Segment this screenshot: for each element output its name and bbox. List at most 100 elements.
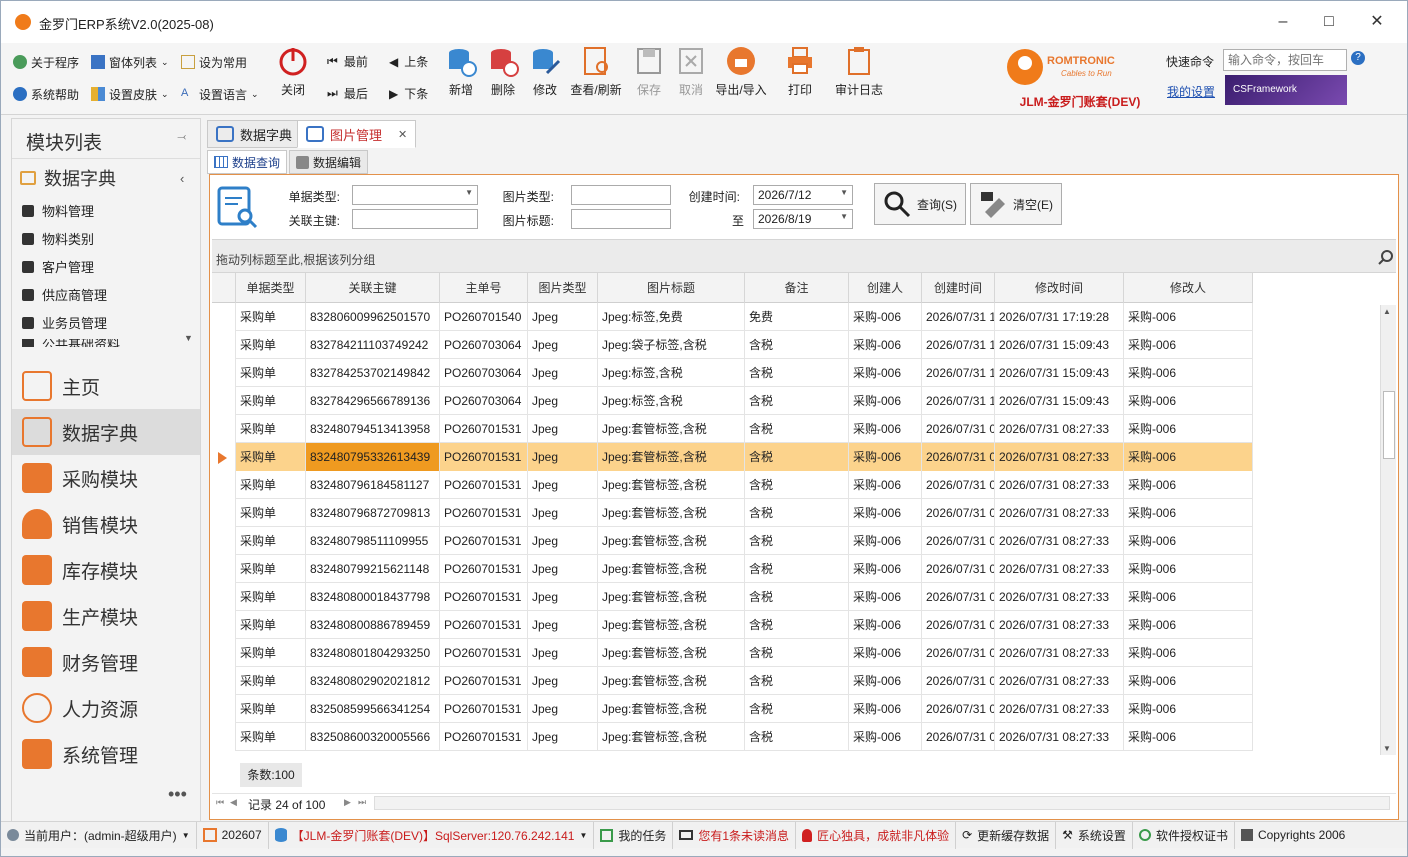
table-cell[interactable]: 2026/07/31 08:27:33 [922,583,995,611]
date-from-input[interactable]: 2026/7/12 ▼ [753,185,853,205]
table-cell[interactable]: 采购-006 [1124,443,1253,471]
nav-first-icon[interactable]: ⏮ [216,797,224,808]
table-cell[interactable]: 含税 [745,471,849,499]
scroll-up-icon[interactable]: ▲ [1383,307,1391,316]
table-cell[interactable]: 采购-006 [1124,387,1253,415]
table-cell[interactable]: 采购单 [236,695,306,723]
table-cell[interactable]: 2026/07/31 08:27:33 [922,555,995,583]
my-settings-link[interactable]: 我的设置 [1167,83,1215,100]
table-cell[interactable]: PO260701531 [440,471,528,499]
table-cell[interactable]: 832480799215621148 [306,555,440,583]
table-cell[interactable]: PO260703064 [440,331,528,359]
table-row[interactable]: 采购单 832508600320005566 PO260701531 Jpeg Jpeg… [212,723,1253,751]
table-cell[interactable]: PO260701531 [440,723,528,751]
table-cell[interactable]: 2026/07/31 08:27:33 [995,723,1124,751]
table-cell[interactable]: 含税 [745,611,849,639]
table-cell[interactable]: 2026/07/31 08:27:33 [922,723,995,751]
table-cell[interactable]: Jpeg [528,415,598,443]
table-cell[interactable]: 2026/07/31 08:27:33 [995,527,1124,555]
table-cell[interactable]: 2026/07/31 08:27:33 [995,583,1124,611]
table-cell[interactable]: 2026/07/31 17:19:28 [922,303,995,331]
table-cell[interactable]: 含税 [745,527,849,555]
table-cell[interactable]: 采购-006 [849,555,922,583]
table-cell[interactable]: 免费 [745,303,849,331]
table-cell[interactable]: PO260701531 [440,611,528,639]
table-cell[interactable]: Jpeg [528,387,598,415]
group-by-panel[interactable]: 拖动列标题至此,根据该列分组 [212,239,1396,273]
table-cell[interactable]: 采购-006 [849,359,922,387]
table-cell[interactable]: Jpeg [528,359,598,387]
table-cell[interactable]: 采购-006 [849,331,922,359]
tree-item-material[interactable]: 物料管理 [22,201,94,220]
table-cell[interactable]: 采购-006 [1124,415,1253,443]
tab-data-dictionary[interactable]: 数据字典 [207,120,302,148]
tree-item-customer[interactable]: 客户管理 [22,257,94,276]
table-cell[interactable]: 采购-006 [849,639,922,667]
scroll-thumb[interactable] [1383,391,1395,459]
related-key-input[interactable] [352,209,478,229]
table-cell[interactable]: PO260701531 [440,415,528,443]
table-row[interactable]: 采购单 832480794513413958 PO260701531 Jpeg Jpeg… [212,415,1253,443]
module-data-dictionary[interactable]: 数据字典 [12,409,200,455]
table-row[interactable]: 采购单 832480796872709813 PO260701531 Jpeg Jpeg… [212,499,1253,527]
period[interactable]: 202607 [197,821,269,849]
module-system[interactable]: 系统管理 [12,731,200,777]
pin-icon[interactable]: ⤙ [177,131,186,144]
last-record-button[interactable]: ⏭ 最后 [327,85,368,102]
column-header[interactable]: 创建人 [849,273,922,303]
table-cell[interactable]: 采购单 [236,499,306,527]
quick-command-input[interactable] [1223,49,1347,71]
pic-title-input[interactable] [571,209,671,229]
table-cell[interactable]: PO260701531 [440,583,528,611]
table-cell[interactable]: Jpeg [528,443,598,471]
server-info[interactable]: 【JLM-金罗门账套(DEV)】SqlServer:120.76.242.141… [269,821,595,849]
table-cell[interactable]: Jpeg:标签,含税 [598,359,745,387]
table-cell[interactable]: PO260701531 [440,443,528,471]
table-cell[interactable]: 采购单 [236,723,306,751]
table-cell[interactable]: 采购-006 [849,471,922,499]
table-cell[interactable]: 832508599566341254 [306,695,440,723]
module-home[interactable]: 主页 [12,363,200,409]
table-cell[interactable]: 采购-006 [849,443,922,471]
module-purchase[interactable]: 采购模块 [12,455,200,501]
table-cell[interactable]: 采购-006 [1124,471,1253,499]
table-cell[interactable]: 采购-006 [849,723,922,751]
table-cell[interactable]: Jpeg:套管标签,含税 [598,443,745,471]
tree-group-header[interactable]: 数据字典 ‹ [20,165,184,191]
table-cell[interactable]: 采购单 [236,667,306,695]
table-cell[interactable]: Jpeg:套管标签,含税 [598,555,745,583]
table-cell[interactable]: PO260701531 [440,667,528,695]
tab-close-icon[interactable]: ✕ [398,128,407,141]
table-row[interactable]: 采购单 832480798511109955 PO260701531 Jpeg Jpeg… [212,527,1253,555]
set-favorite-button[interactable]: 设为常用 [181,53,247,71]
table-cell[interactable]: Jpeg:套管标签,含税 [598,639,745,667]
tree-scroll-down-icon[interactable]: ▼ [184,333,193,343]
current-user[interactable]: 当前用户：(admin-超级用户) ▼ [1,821,197,849]
table-cell[interactable]: 832508600320005566 [306,723,440,751]
table-cell[interactable]: 含税 [745,639,849,667]
skin-button[interactable]: 设置皮肤 ⌄ [91,85,169,103]
table-cell[interactable]: PO260701531 [440,527,528,555]
table-cell[interactable]: 832480796184581127 [306,471,440,499]
table-cell[interactable]: Jpeg [528,471,598,499]
table-cell[interactable]: Jpeg:套管标签,含税 [598,471,745,499]
date-to-input[interactable]: 2026/8/19 ▼ [753,209,853,229]
about-button[interactable]: 关于程序 [13,53,79,71]
table-cell[interactable]: Jpeg [528,527,598,555]
system-settings[interactable]: ⚒ 系统设置 [1056,821,1133,849]
table-cell[interactable]: 2026/07/31 08:27:33 [922,499,995,527]
first-record-button[interactable]: ⏮ 最前 [327,53,368,70]
table-cell[interactable]: 2026/07/31 15:09:43 [995,359,1124,387]
table-cell[interactable]: 2026/07/31 08:27:33 [995,667,1124,695]
table-cell[interactable]: Jpeg:袋子标签,含税 [598,331,745,359]
table-cell[interactable]: Jpeg [528,695,598,723]
table-cell[interactable]: 2026/07/31 15:09:43 [922,331,995,359]
table-cell[interactable]: 采购单 [236,387,306,415]
clear-button[interactable]: 清空(E) [970,183,1062,225]
close-module-button[interactable]: 关闭 [270,45,316,98]
table-cell[interactable]: 832480801804293250 [306,639,440,667]
table-cell[interactable]: 2026/07/31 08:27:33 [995,695,1124,723]
table-cell[interactable]: 含税 [745,555,849,583]
table-cell[interactable]: Jpeg:套管标签,含税 [598,415,745,443]
license[interactable]: 软件授权证书 [1133,821,1235,849]
